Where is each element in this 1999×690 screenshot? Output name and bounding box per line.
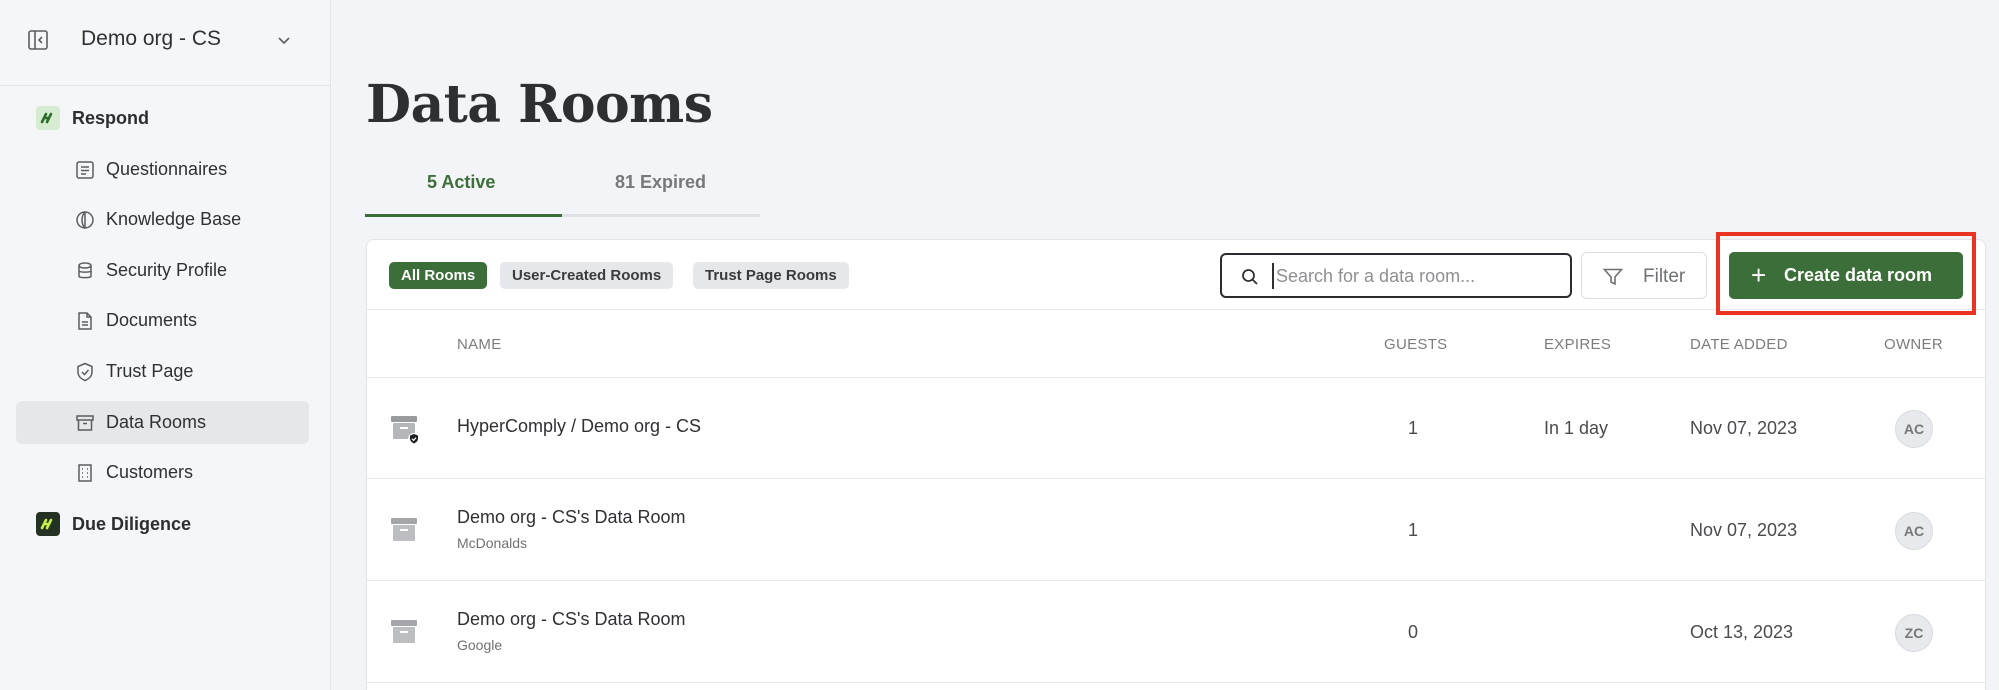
data-room-shield-icon [391, 416, 420, 445]
avatar[interactable]: ZC [1895, 614, 1933, 652]
sidebar-item-label: Trust Page [106, 361, 194, 381]
sidebar-item-label: Knowledge Base [106, 209, 242, 229]
sidebar-item-label: Security Profile [106, 260, 228, 280]
guests-count: 1 [1408, 520, 1419, 540]
room-name[interactable]: Demo org - CS's Data Room [457, 507, 686, 528]
shield-icon [77, 362, 93, 382]
nav-group-label: Due Diligence [72, 513, 192, 534]
date-added: Oct 13, 2023 [1690, 622, 1794, 642]
sidebar-item-label: Customers [106, 462, 194, 482]
nav-group-due-diligence[interactable]: Due Diligence [36, 512, 191, 536]
org-switcher[interactable]: Demo org - CS [0, 0, 331, 86]
data-room-icon [391, 518, 417, 541]
search-icon [1242, 269, 1258, 285]
page-title: Data Rooms [366, 74, 713, 135]
table-row[interactable]: Demo org - CS's Data Room McDonalds 1 No… [367, 480, 1985, 581]
create-data-room-button[interactable]: + Create data room [1729, 252, 1963, 299]
filter-label: Filter [1643, 266, 1686, 287]
data-room-icon [391, 620, 417, 643]
document-icon [78, 312, 92, 330]
column-date-added[interactable]: DATE ADDED [1690, 336, 1788, 353]
sidebar-item-knowledge-base[interactable]: Knowledge Base [16, 198, 309, 241]
guests-count: 1 [1408, 418, 1419, 438]
sidebar: Demo org - CS Respond Questionnaires Kno… [0, 0, 331, 690]
room-name[interactable]: HyperComply / Demo org - CS [457, 416, 701, 437]
sidebar-item-customers[interactable]: Customers [16, 451, 309, 494]
filter-chip-user-created[interactable]: User-Created Rooms [500, 262, 674, 289]
date-added: Nov 07, 2023 [1690, 520, 1798, 540]
filter-chip-all-rooms[interactable]: All Rooms [389, 262, 488, 289]
room-customer: McDonalds [457, 535, 528, 551]
nav-group-respond[interactable]: Respond [36, 106, 149, 130]
sidebar-item-label: Documents [106, 310, 198, 330]
plus-icon: + [1751, 260, 1767, 290]
table-row[interactable]: HyperComply / Demo org - CS 1 In 1 day N… [367, 378, 1985, 479]
room-customer: Google [457, 637, 503, 653]
avatar[interactable]: AC [1895, 410, 1933, 448]
search-box[interactable] [1220, 253, 1572, 298]
toolbar: All Rooms User-Created Rooms Trust Page … [367, 232, 1985, 315]
sidebar-item-label: Data Rooms [106, 412, 207, 432]
tab-expired[interactable]: 81 Expired [615, 172, 706, 193]
database-icon [78, 262, 92, 279]
sidebar-toggle-icon[interactable] [26, 28, 50, 52]
tab-active[interactable]: 5 Active [427, 172, 495, 193]
due-diligence-logo-icon [36, 512, 60, 536]
nav-group-label: Respond [72, 107, 150, 128]
filter-icon [1602, 268, 1624, 286]
sidebar-item-documents[interactable]: Documents [16, 299, 309, 342]
sidebar-item-label: Questionnaires [106, 159, 228, 179]
chevron-down-icon[interactable] [274, 30, 294, 50]
archive-icon [76, 415, 94, 431]
building-icon [78, 464, 92, 482]
expires-value: In 1 day [1544, 418, 1609, 438]
room-name[interactable]: Demo org - CS's Data Room [457, 609, 686, 630]
tabs: 5 Active 81 Expired [365, 160, 760, 217]
column-owner[interactable]: OWNER [1884, 336, 1943, 353]
data-rooms-card: All Rooms User-Created Rooms Trust Page … [366, 232, 1986, 690]
table-row[interactable]: Demo org - CS's Data Room Google 0 Oct 1… [367, 582, 1985, 683]
org-name: Demo org - CS [81, 27, 222, 50]
avatar[interactable]: AC [1895, 512, 1933, 550]
table-header: NAME GUESTS EXPIRES DATE ADDED OWNER [367, 310, 1985, 378]
active-tab-indicator [365, 214, 562, 217]
column-expires[interactable]: EXPIRES [1544, 336, 1611, 353]
sidebar-item-security-profile[interactable]: Security Profile [16, 249, 309, 292]
globe-icon [76, 211, 94, 229]
column-name[interactable]: NAME [457, 336, 502, 353]
respond-logo-icon [36, 106, 60, 130]
guests-count: 0 [1408, 622, 1419, 642]
create-data-room-label: Create data room [1784, 265, 1933, 285]
search-input[interactable] [1272, 263, 1562, 289]
sidebar-item-trust-page[interactable]: Trust Page [16, 350, 309, 393]
filter-button[interactable]: Filter [1581, 252, 1707, 299]
sidebar-item-questionnaires[interactable]: Questionnaires [16, 148, 309, 191]
date-added: Nov 07, 2023 [1690, 418, 1798, 438]
filter-chip-trust-page[interactable]: Trust Page Rooms [693, 262, 849, 289]
sidebar-item-data-rooms[interactable]: Data Rooms [16, 401, 309, 444]
column-guests[interactable]: GUESTS [1384, 336, 1447, 353]
list-icon [76, 161, 94, 179]
